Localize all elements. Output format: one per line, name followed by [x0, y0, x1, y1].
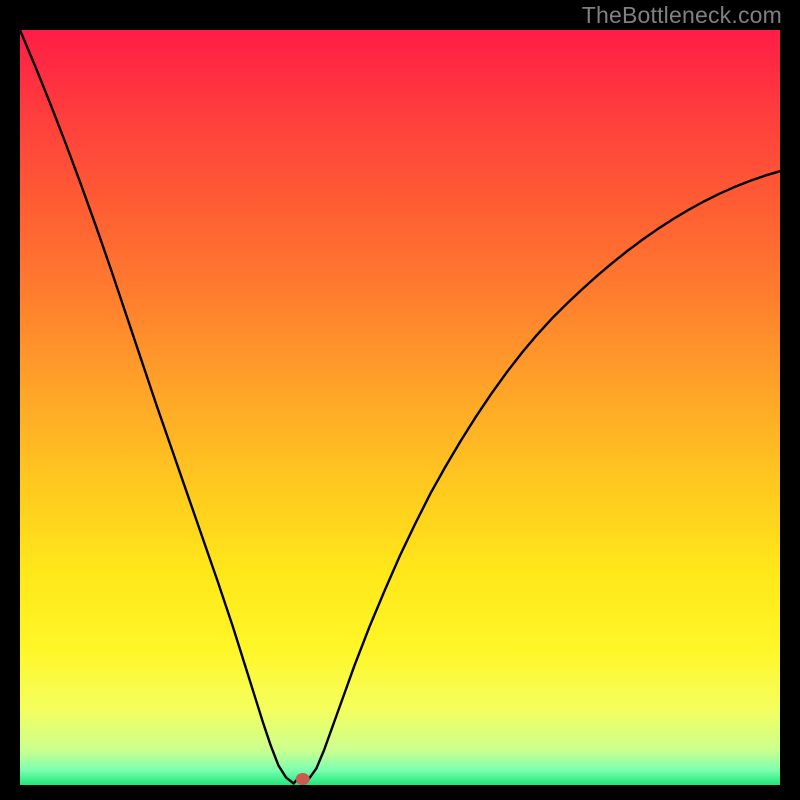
optimal-marker	[296, 773, 310, 785]
plot-background	[20, 30, 780, 785]
watermark-text: TheBottleneck.com	[582, 2, 782, 29]
chart-frame: TheBottleneck.com	[0, 0, 800, 800]
bottleneck-chart	[20, 30, 780, 785]
